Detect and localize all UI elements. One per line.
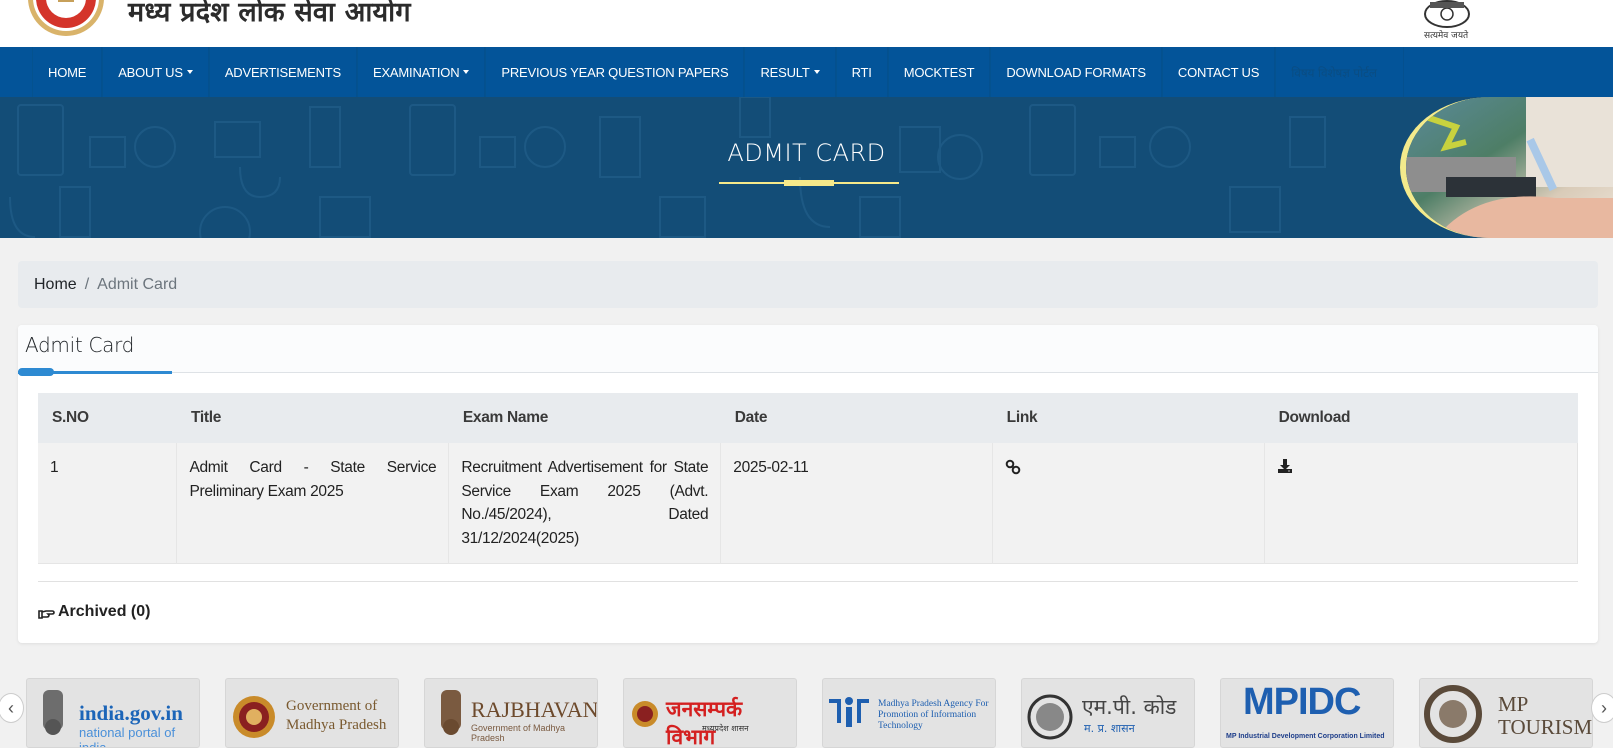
logo-india-gov[interactable]: india.gov.in national portal of india	[26, 678, 200, 748]
page-banner: ADMIT CARD	[0, 97, 1613, 238]
nav-previous-year-papers[interactable]: PREVIOUS YEAR QUESTION PAPERS	[485, 47, 745, 97]
hand-pointing-icon	[38, 610, 55, 619]
header-exam-name: Exam Name	[448, 393, 721, 443]
logo-mpidc-name: MPIDC	[1243, 681, 1361, 723]
header-link: Link	[992, 393, 1265, 443]
emblem-motto: सत्यमेव जयते	[1424, 31, 1469, 41]
logo-jansampark-name: जनसम्पर्क विभाग	[666, 697, 743, 748]
nav-advertisements-label: ADVERTISEMENTS	[224, 64, 341, 80]
mp-govt-seal-icon	[233, 696, 275, 738]
table-row: 1 Admit Card - State Service Preliminary…	[38, 443, 1578, 564]
nav-home-label: HOME	[48, 64, 87, 80]
mp-code-seal-icon	[1027, 694, 1073, 740]
main-navbar: HOME ABOUT US ADVERTISEMENTS EXAMINATION…	[0, 47, 1613, 97]
logo-mp-code[interactable]: एम.पी. कोड म. प्र. शासन	[1021, 678, 1195, 748]
cell-sno: 1	[38, 443, 178, 564]
logo-mp-code-subtitle: म. प्र. शासन	[1084, 722, 1135, 735]
panel-header: Admit Card	[18, 325, 1598, 376]
archived-link[interactable]: Archived (0)	[38, 603, 150, 621]
student-writing-image	[1406, 97, 1613, 238]
chevron-right-icon: ›	[1601, 697, 1607, 718]
nav-examination-label: EXAMINATION	[372, 64, 460, 80]
mapit-logo-icon	[829, 697, 869, 727]
logo-jansampark[interactable]: जनसम्पर्क विभाग मध्यप्रदेश शासन	[623, 678, 797, 748]
panel-title-underline-accent	[18, 368, 54, 376]
jansampark-seal-icon	[632, 701, 658, 727]
cell-date: 2025-02-11	[720, 443, 994, 564]
cell-title: Admit Card - State Service Preliminary E…	[176, 443, 450, 564]
nav-subject-expert-portal-label: विषय विशेषज्ञ पोर्टल	[1291, 65, 1377, 80]
link-icon[interactable]	[1005, 459, 1021, 475]
nav-rti[interactable]: RTI	[835, 47, 888, 97]
header-title: Title	[176, 393, 449, 443]
chevron-left-icon: ‹	[8, 697, 14, 718]
section-divider	[38, 581, 1578, 582]
nav-contact-us[interactable]: CONTACT US	[1161, 47, 1276, 97]
logo-rajbhavan-name: RAJBHAVAN	[471, 697, 598, 722]
nav-result-label: RESULT	[760, 64, 810, 80]
logo-mpidc-subtitle: MP Industrial Development Corporation Li…	[1226, 733, 1385, 740]
nav-examination[interactable]: EXAMINATION	[356, 47, 486, 97]
download-icon[interactable]	[1277, 458, 1293, 474]
ashoka-emblem-icon	[43, 690, 63, 735]
logo-mapit-name: Madhya Pradesh Agency For Promotion of I…	[878, 699, 989, 731]
logo-jansampark-subtitle: मध्यप्रदेश शासन	[702, 724, 749, 733]
banner-title: ADMIT CARD	[727, 139, 886, 167]
nav-result[interactable]: RESULT	[744, 47, 836, 97]
logo-mp-tourism-name: MP TOURISM	[1498, 692, 1593, 739]
nav-advertisements[interactable]: ADVERTISEMENTS	[208, 47, 357, 97]
nav-mocktest-label: MOCKTEST	[903, 64, 975, 80]
nav-about-us[interactable]: ABOUT US	[102, 47, 209, 97]
breadcrumb-current: Admit Card	[97, 275, 178, 293]
breadcrumb-home[interactable]: Home	[34, 276, 77, 294]
logo-india-gov-subtitle: national portal of india	[79, 725, 176, 748]
nav-download-formats-label: DOWNLOAD FORMATS	[1006, 64, 1146, 80]
nav-previous-year-papers-label: PREVIOUS YEAR QUESTION PAPERS	[501, 64, 729, 80]
ashoka-emblem-icon	[441, 690, 461, 735]
cell-download	[1264, 443, 1578, 564]
logo-govt-mp[interactable]: Government of Madhya Pradesh	[225, 678, 399, 748]
mp-tourism-seal-icon	[1424, 685, 1482, 743]
logo-rajbhavan[interactable]: RAJBHAVAN Government of Madhya Pradesh	[424, 678, 598, 748]
cell-exam-name: Recruitment Advertisement for State Serv…	[448, 443, 722, 564]
panel-title: Admit Card	[25, 333, 135, 357]
logo-mpidc[interactable]: MPIDC MP Industrial Development Corporat…	[1220, 678, 1394, 748]
logo-rajbhavan-subtitle: Government of Madhya Pradesh	[471, 723, 566, 743]
site-title: मध्य प्रदेश लोक सेवा आयोग	[128, 0, 411, 28]
breadcrumb: Home / Admit Card	[18, 261, 1598, 308]
logo-india-gov-name: india.gov.in	[79, 701, 183, 725]
mppsc-logo[interactable]	[24, 0, 108, 36]
caret-down-icon	[813, 70, 820, 74]
admit-card-panel: Admit Card S.NO Title Exam Name Date Lin…	[18, 325, 1598, 643]
caret-down-icon	[463, 70, 470, 74]
top-header: मध्य प्रदेश लोक सेवा आयोग सत्यमेव जयते	[0, 0, 1613, 47]
banner-photo	[1400, 97, 1613, 238]
nav-rti-label: RTI	[851, 64, 872, 80]
header-sno: S.NO	[38, 393, 177, 443]
admit-card-table: S.NO Title Exam Name Date Link Download …	[38, 393, 1578, 564]
table-header-row: S.NO Title Exam Name Date Link Download	[38, 393, 1578, 443]
header-date: Date	[720, 393, 993, 443]
banner-pattern	[9, 97, 1326, 238]
carousel-prev-button[interactable]: ‹	[0, 693, 24, 723]
caret-down-icon	[186, 70, 193, 74]
breadcrumb-separator: /	[84, 275, 90, 293]
logo-mp-tourism[interactable]: MP TOURISM	[1419, 678, 1593, 748]
nav-home[interactable]: HOME	[32, 47, 103, 97]
logo-mp-code-name: एम.पी. कोड	[1082, 695, 1177, 719]
nav-download-formats[interactable]: DOWNLOAD FORMATS	[990, 47, 1162, 97]
logo-govt-mp-name: Government of Madhya Pradesh	[286, 698, 387, 733]
banner-divider-accent	[784, 180, 834, 186]
archived-label: Archived (0)	[58, 603, 151, 620]
header-download: Download	[1264, 393, 1578, 443]
nav-subject-expert-portal[interactable]: विषय विशेषज्ञ पोर्टल	[1275, 47, 1404, 97]
logo-mapit[interactable]: Madhya Pradesh Agency For Promotion of I…	[822, 678, 996, 748]
nav-contact-us-label: CONTACT US	[1177, 64, 1260, 80]
cell-link	[992, 443, 1266, 564]
partner-logo-carousel: ‹ india.gov.in national portal of india …	[0, 676, 1613, 748]
nav-mocktest[interactable]: MOCKTEST	[887, 47, 991, 97]
carousel-next-button[interactable]: ›	[1591, 693, 1613, 723]
nav-about-us-label: ABOUT US	[118, 64, 183, 80]
